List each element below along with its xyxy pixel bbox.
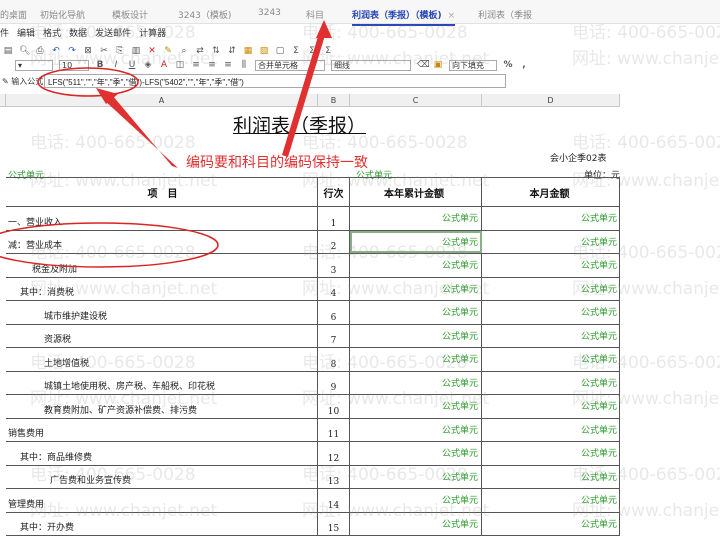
watermark-text: 电话: 400-665-0028	[302, 348, 468, 373]
watermark-text: 电话: 400-665-0028	[30, 348, 196, 373]
tab-4[interactable]: 3243	[258, 8, 281, 18]
column-header-a[interactable]: A	[6, 94, 318, 107]
table-row: 资源税7公式单元公式单元	[6, 325, 620, 349]
watermark-text: 网址: www.chanjet.net	[572, 384, 720, 409]
column-header-d[interactable]: D	[482, 94, 620, 107]
table-row: 销售费用11公式单元公式单元	[6, 419, 620, 443]
watermark-text: 电话: 400-665-0028	[30, 460, 196, 485]
item-cell[interactable]: 一、营业收入	[6, 207, 318, 230]
watermark-text: 电话: 400-665-0028	[572, 348, 720, 373]
formula-label-text: 输入公式:	[11, 77, 46, 86]
line-number-cell[interactable]: 11	[318, 419, 350, 442]
watermark-text: 电话: 400-665-0028	[572, 18, 720, 43]
month-amount-cell[interactable]: 公式单元	[482, 207, 620, 230]
line-number-cell[interactable]: 1	[318, 207, 350, 230]
formula-input[interactable]: LFS("511","","年","季","借")-LFS("5402","",…	[44, 74, 506, 88]
fx-icon: ✎	[2, 77, 9, 86]
ytd-amount-cell[interactable]: 公式单元	[350, 301, 482, 324]
menu-item[interactable]: 件	[0, 29, 9, 39]
ytd-amount-cell[interactable]: 公式单元	[350, 207, 482, 230]
watermark-text: 电话: 400-665-0028	[30, 238, 196, 263]
watermark-text: 电话: 400-665-0028	[302, 460, 468, 485]
table-row: 一、营业收入1公式单元公式单元	[6, 207, 620, 231]
formula-bar: ✎ 输入公式: LFS("511","","年","季","借")-LFS("5…	[0, 73, 720, 89]
sheet-icon[interactable]: ▢	[275, 46, 285, 56]
watermark-text: 网址: www.chanjet.net	[302, 44, 489, 69]
watermark-text: 网址: www.chanjet.net	[572, 274, 720, 299]
watermark-text: 电话: 400-665-0028	[572, 238, 720, 263]
watermark-text: 电话: 400-665-0028	[302, 18, 468, 43]
watermark-text: 电话: 400-665-0028	[302, 128, 468, 153]
tab-7[interactable]: 利润表（季报	[478, 8, 532, 21]
watermark-text: 电话: 400-665-0028	[572, 460, 720, 485]
image-icon[interactable]: ▧	[259, 46, 269, 56]
tab-label: 3243	[258, 8, 281, 18]
comma-button[interactable]: ,	[519, 60, 529, 70]
line-number-cell[interactable]: 6	[318, 301, 350, 324]
watermark-text: 电话: 400-665-0028	[30, 18, 196, 43]
watermark-text: 电话: 400-665-0028	[572, 128, 720, 153]
item-cell[interactable]: 城市维护建设税	[6, 301, 318, 324]
ytd-amount-cell[interactable]: 公式单元	[350, 325, 482, 348]
percent-button[interactable]: %	[503, 60, 513, 70]
watermark-text: 网址: www.chanjet.net	[30, 274, 217, 299]
chart-icon[interactable]: ▦	[243, 46, 253, 56]
column-header-b[interactable]: B	[318, 94, 350, 107]
watermark-text: 电话: 400-665-0028	[302, 238, 468, 263]
watermark-text: 网址: www.chanjet.net	[572, 166, 720, 191]
sort-desc-icon[interactable]: ⇵	[227, 46, 237, 56]
item-cell[interactable]: 资源税	[6, 325, 318, 348]
watermark-text: 网址: www.chanjet.net	[302, 384, 489, 409]
column-header-c[interactable]: C	[350, 94, 482, 107]
table-row: 城市维护建设税6公式单元公式单元	[6, 301, 620, 325]
watermark-text: 网址: www.chanjet.net	[30, 496, 217, 521]
tab-label: 利润表（季报	[478, 11, 532, 21]
watermark-text: 电话: 400-665-0028	[30, 128, 196, 153]
watermark-text: 网址: www.chanjet.net	[572, 496, 720, 521]
ytd-amount-cell[interactable]: 公式单元	[350, 419, 482, 442]
watermark-text: 网址: www.chanjet.net	[302, 496, 489, 521]
preview-icon[interactable]: 🔍︎	[19, 46, 29, 56]
watermark-text: 网址: www.chanjet.net	[30, 384, 217, 409]
formula-label: ✎ 输入公式:	[2, 76, 46, 87]
tab-label: 的桌面	[0, 11, 27, 21]
tab-0[interactable]: 的桌面	[0, 8, 27, 21]
sum-icon[interactable]: Σ	[291, 46, 301, 56]
item-cell[interactable]: 销售费用	[6, 419, 318, 442]
line-number-cell[interactable]: 7	[318, 325, 350, 348]
paste-icon[interactable]: ▤	[3, 46, 13, 56]
month-amount-cell[interactable]: 公式单元	[482, 325, 620, 348]
watermark-text: 网址: www.chanjet.net	[30, 44, 217, 69]
month-amount-cell[interactable]: 公式单元	[482, 419, 620, 442]
valign-icon[interactable]: ⫼	[239, 60, 249, 70]
annotation-text: 编码要和科目的编码保持一致	[186, 152, 368, 172]
watermark-text: 网址: www.chanjet.net	[572, 44, 720, 69]
align-right-icon[interactable]: ≡	[223, 60, 233, 70]
month-amount-cell[interactable]: 公式单元	[482, 301, 620, 324]
watermark-text: 网址: www.chanjet.net	[302, 274, 489, 299]
